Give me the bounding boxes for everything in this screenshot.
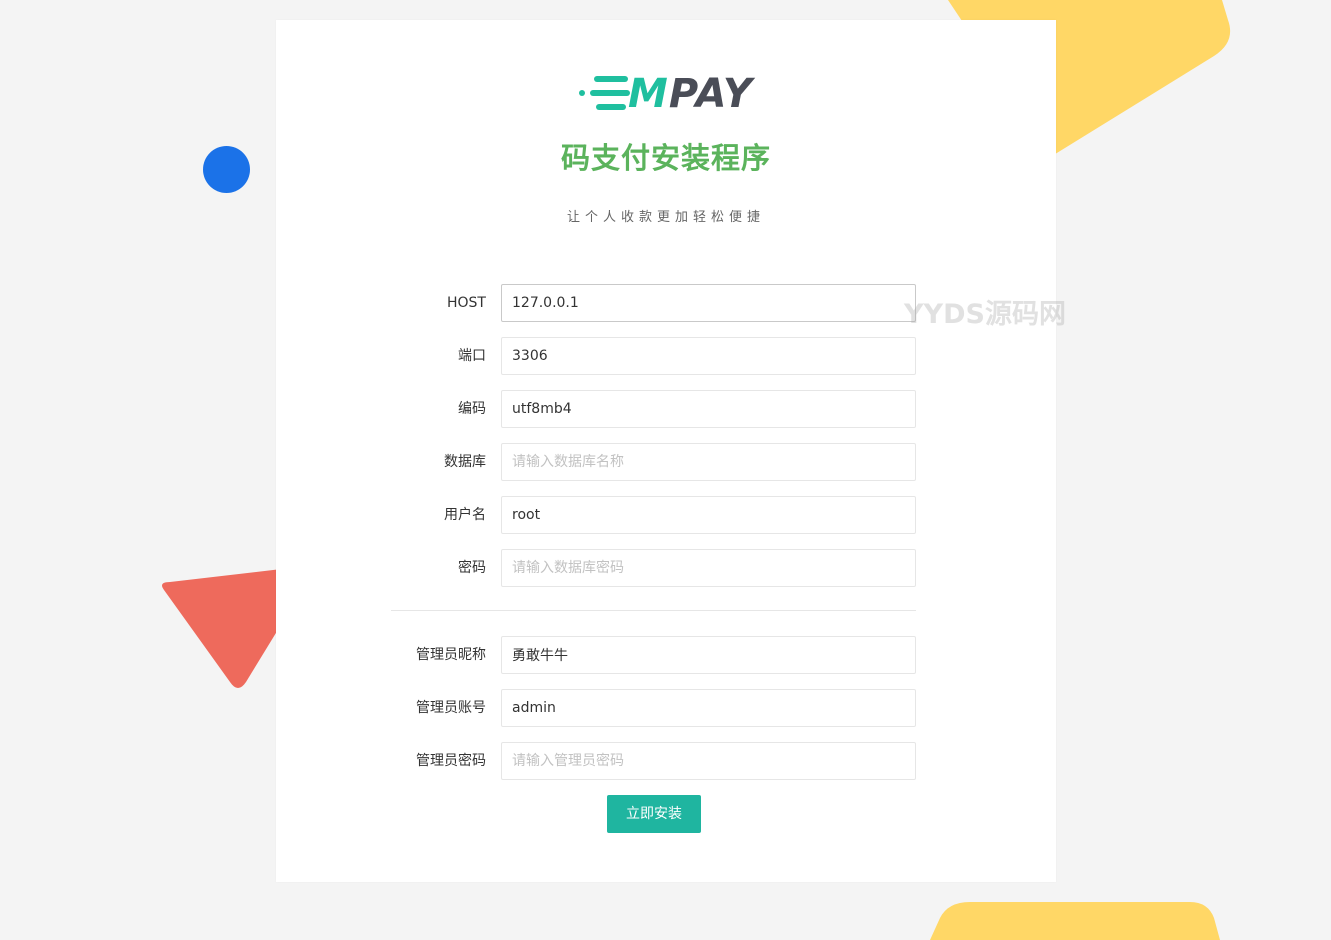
section-divider [391, 610, 916, 611]
decorative-blue-circle [203, 146, 250, 193]
form-row-admin-nickname: 管理员昵称 [276, 636, 1056, 674]
install-card: MPAY 码支付安装程序 让个人收款更加轻松便捷 HOST 端口 编码 数据库 … [276, 20, 1056, 882]
page-subtitle: 让个人收款更加轻松便捷 [566, 210, 765, 225]
username-input[interactable] [501, 496, 916, 534]
port-label: 端口 [458, 348, 486, 364]
admin-nickname-input[interactable] [501, 636, 916, 674]
form-row-password: 密码 [276, 549, 1056, 587]
form-row-database: 数据库 [276, 443, 1056, 481]
database-label: 数据库 [444, 454, 486, 470]
host-input[interactable] [501, 284, 916, 322]
logo-text: MPAY [628, 71, 753, 117]
admin-password-label: 管理员密码 [416, 753, 486, 769]
form-row-username: 用户名 [276, 496, 1056, 534]
form-row-charset: 编码 [276, 390, 1056, 428]
decorative-red-triangle [162, 568, 290, 688]
page-title: 码支付安装程序 [560, 141, 771, 175]
admin-account-label: 管理员账号 [416, 700, 486, 716]
watermark-text: YYDS源码网 [904, 299, 1066, 330]
decorative-yellow-shape-bottom [930, 902, 1220, 940]
mpay-logo: MPAY [576, 70, 756, 118]
database-input[interactable] [501, 443, 916, 481]
host-label: HOST [447, 295, 486, 311]
admin-password-input[interactable] [501, 742, 916, 780]
username-label: 用户名 [444, 507, 486, 523]
admin-account-input[interactable] [501, 689, 916, 727]
form-row-port: 端口 [276, 337, 1056, 375]
admin-nickname-label: 管理员昵称 [416, 647, 486, 663]
password-label: 密码 [458, 560, 486, 576]
port-input[interactable] [501, 337, 916, 375]
password-input[interactable] [501, 549, 916, 587]
charset-input[interactable] [501, 390, 916, 428]
install-button[interactable]: 立即安装 [607, 795, 701, 833]
charset-label: 编码 [458, 401, 486, 417]
form-row-admin-account: 管理员账号 [276, 689, 1056, 727]
form-row-admin-password: 管理员密码 [276, 742, 1056, 780]
speed-lines-icon [579, 76, 630, 110]
